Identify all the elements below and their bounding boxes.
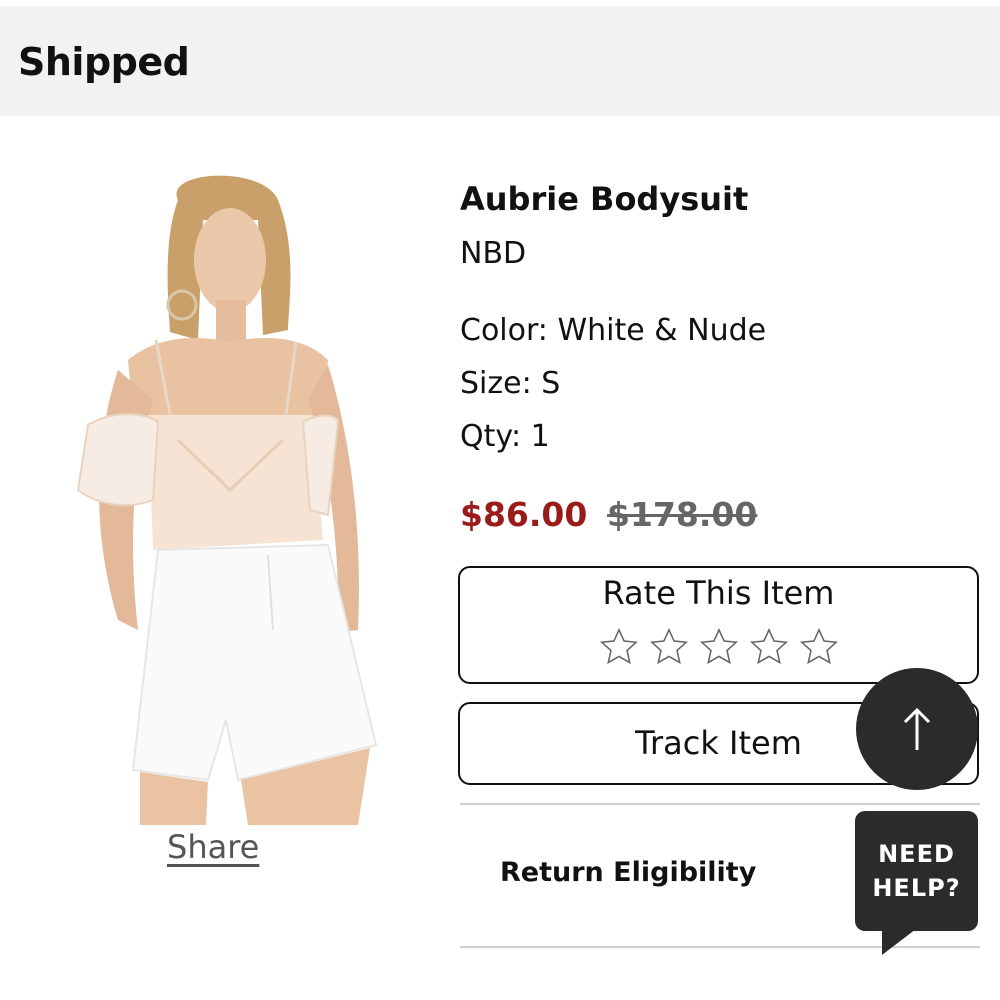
- star-3-icon[interactable]: [698, 626, 740, 668]
- chat-bubble-tail: [882, 929, 916, 955]
- product-quantity: Qty: 1: [460, 419, 550, 454]
- share-link[interactable]: Share: [167, 828, 259, 866]
- star-5-icon[interactable]: [798, 626, 840, 668]
- product-size: Size: S: [460, 366, 561, 401]
- star-1-icon[interactable]: [598, 626, 640, 668]
- back-to-top-button[interactable]: [856, 668, 978, 790]
- star-rating: [460, 626, 977, 668]
- star-2-icon[interactable]: [648, 626, 690, 668]
- rate-item-panel: Rate This Item: [458, 566, 979, 684]
- rate-item-label: Rate This Item: [602, 574, 835, 612]
- need-help-label: NEED HELP?: [855, 837, 978, 905]
- order-status-title: Shipped: [18, 40, 190, 84]
- product-color: Color: White & Nude: [460, 313, 767, 348]
- original-price: $178.00: [607, 495, 758, 534]
- page-header: Shipped: [0, 6, 1000, 116]
- need-help-line2: HELP?: [872, 874, 961, 902]
- product-name[interactable]: Aubrie Bodysuit: [460, 180, 748, 218]
- divider: [460, 803, 980, 805]
- star-4-icon[interactable]: [748, 626, 790, 668]
- sale-price: $86.00: [460, 495, 588, 534]
- return-eligibility-link[interactable]: Return Eligibility: [500, 857, 756, 888]
- need-help-line1: NEED: [878, 840, 955, 868]
- arrow-up-icon: [903, 707, 931, 750]
- product-image[interactable]: [58, 160, 388, 825]
- need-help-button[interactable]: NEED HELP?: [855, 811, 978, 931]
- product-brand[interactable]: NBD: [460, 236, 526, 271]
